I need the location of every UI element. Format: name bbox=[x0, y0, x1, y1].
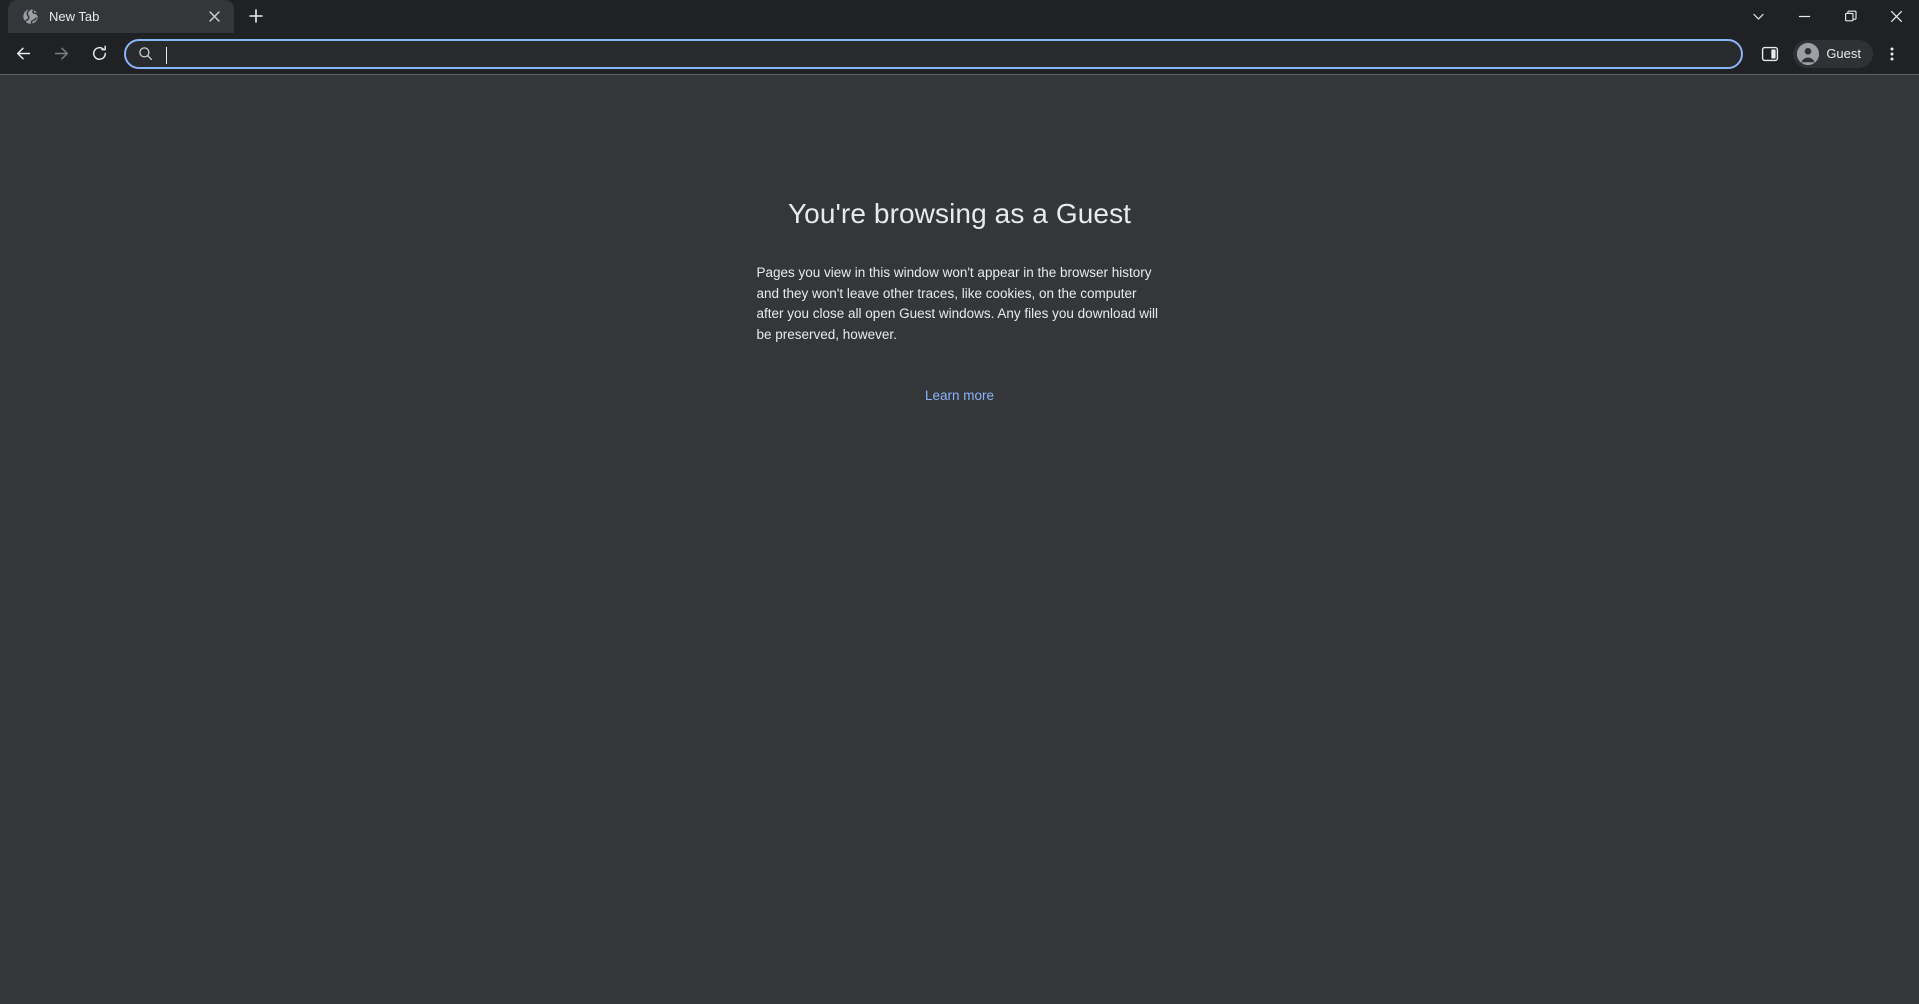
avatar bbox=[1797, 42, 1820, 65]
tabstrip-left-pad bbox=[0, 0, 8, 33]
browser-toolbar: Guest bbox=[0, 33, 1919, 74]
text-caret bbox=[166, 46, 167, 64]
maximize-button[interactable] bbox=[1827, 0, 1873, 33]
page-content: You're browsing as a Guest Pages you vie… bbox=[0, 75, 1919, 1004]
forward-arrow-icon bbox=[54, 47, 68, 60]
three-dots-icon bbox=[1890, 47, 1894, 60]
address-input[interactable] bbox=[164, 40, 1730, 67]
forward-button bbox=[46, 39, 76, 69]
close-window-button[interactable] bbox=[1873, 0, 1919, 33]
tab-title: New Tab bbox=[49, 9, 100, 24]
browser-window: New Tab Guest You're browsing as a Guest… bbox=[0, 0, 1919, 1004]
address-bar[interactable] bbox=[124, 38, 1744, 69]
reload-button[interactable] bbox=[84, 39, 114, 69]
page-title: You're browsing as a Guest bbox=[787, 198, 1132, 229]
window-caption-controls bbox=[1735, 0, 1919, 33]
profile-name: Guest bbox=[1826, 46, 1861, 61]
tabstrip-empty-area[interactable] bbox=[271, 0, 1919, 33]
tab-new-tab[interactable]: New Tab bbox=[8, 0, 234, 33]
new-tab-button[interactable] bbox=[241, 1, 271, 31]
minimize-button[interactable] bbox=[1781, 0, 1827, 33]
side-panel-icon bbox=[1762, 46, 1779, 61]
chrome-menu-button[interactable] bbox=[1877, 39, 1907, 69]
globe-icon bbox=[22, 8, 39, 25]
back-button[interactable] bbox=[8, 39, 38, 69]
guest-info-card: You're browsing as a Guest Pages you vie… bbox=[755, 197, 1165, 406]
tab-search-button[interactable] bbox=[1735, 0, 1781, 33]
side-panel-button[interactable] bbox=[1755, 39, 1785, 69]
back-arrow-icon bbox=[16, 47, 30, 60]
close-tab-icon[interactable] bbox=[204, 7, 224, 27]
reload-icon bbox=[92, 45, 106, 60]
guest-description: Pages you view in this window won't appe… bbox=[756, 265, 1158, 342]
profile-button[interactable]: Guest bbox=[1793, 39, 1873, 68]
search-icon bbox=[138, 46, 154, 62]
learn-more-link[interactable]: Learn more bbox=[925, 386, 994, 406]
tab-strip: New Tab bbox=[0, 0, 1919, 33]
